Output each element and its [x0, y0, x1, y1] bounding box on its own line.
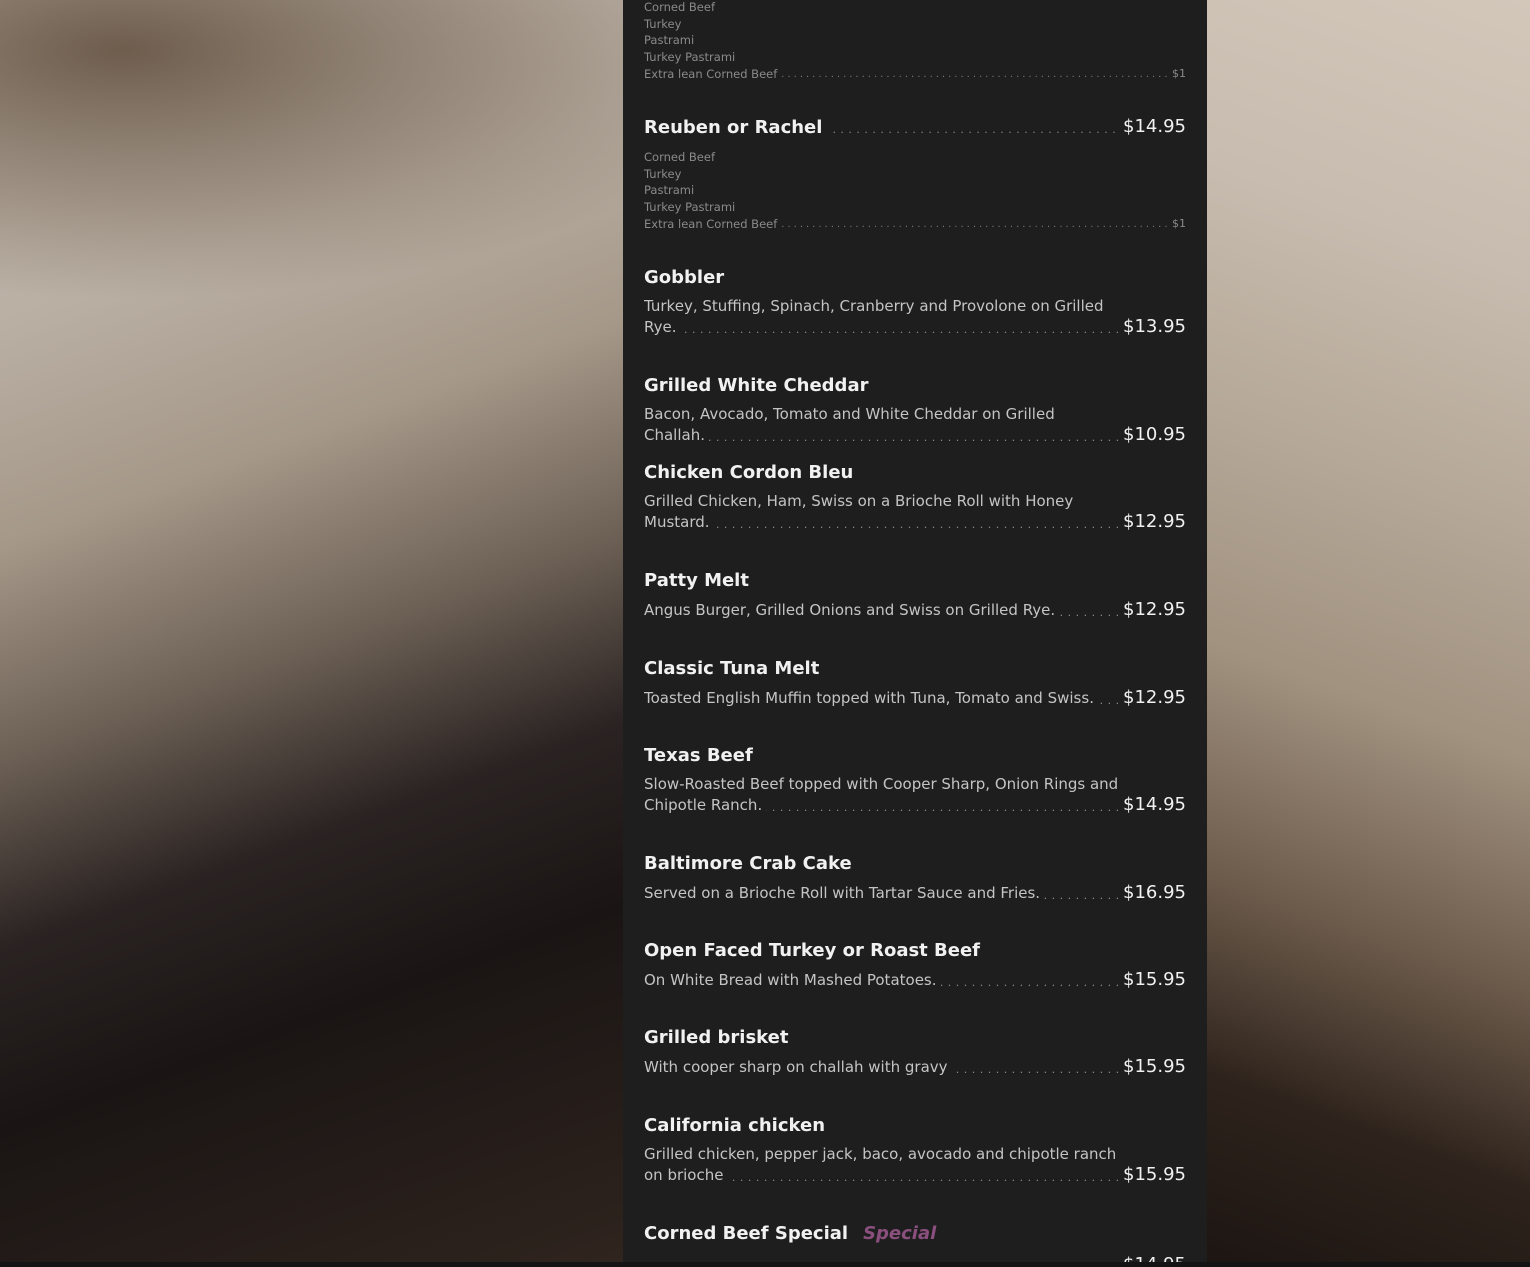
item-title: California chicken	[644, 1114, 826, 1136]
dot-leader: . . . . . . . . . . . . . . . . . . . . …	[832, 122, 1117, 136]
menu-item-grilled-brisket: Grilled brisket With cooper sharp on cha…	[644, 1024, 1186, 1078]
bottom-edge-bar	[0, 1262, 1530, 1267]
item-title: Corned Beef Special	[644, 1222, 849, 1244]
reuben-options-list: Corned Beef Turkey Pastrami Turkey Pastr…	[644, 148, 1186, 232]
item-title: Classic Tuna Melt	[644, 657, 820, 679]
option-item: Turkey Pastrami	[644, 200, 736, 215]
item-price: $16.95	[1123, 882, 1186, 903]
item-price: $15.95	[1123, 1164, 1186, 1185]
item-title: Reuben or Rachel	[644, 116, 823, 138]
item-title: Grilled White Cheddar	[644, 374, 869, 396]
menu-item-grilled-white-cheddar: Grilled White Cheddar Bacon, Avocado, To…	[644, 372, 1186, 446]
item-price: $13.95	[1123, 316, 1186, 337]
menu-item-reuben: Reuben or Rachel . . . . . . . . . . . .…	[644, 114, 1186, 140]
item-description: Grilled chicken, pepper jack, baco, avoc…	[644, 1144, 1122, 1186]
item-title: Open Faced Turkey or Roast Beef	[644, 939, 981, 961]
item-price: $15.95	[1123, 1056, 1186, 1077]
menu-item-patty-melt: Patty Melt Angus Burger, Grilled Onions …	[644, 567, 1186, 621]
option-item: Corned Beef	[644, 149, 715, 164]
item-description: Toasted English Muffin topped with Tuna,…	[644, 688, 1122, 709]
menu-panel: Corned Beef Turkey Pastrami Turkey Pastr…	[623, 0, 1207, 1262]
item-description: With cooper sharp on challah with gravy	[644, 1057, 1122, 1078]
item-title: Patty Melt	[644, 569, 749, 591]
upgrade-option: Extra lean Corned Beef .................…	[644, 66, 1186, 81]
item-price: $14.95	[1123, 116, 1186, 137]
deli-options-list-top: Corned Beef Turkey Pastrami Turkey Pastr…	[644, 0, 1186, 82]
item-description: Bacon, Avocado, Tomato and White Cheddar…	[644, 404, 1122, 446]
menu-item-classic-tuna-melt: Classic Tuna Melt Toasted English Muffin…	[644, 655, 1186, 709]
dot-leader: ........................................…	[781, 218, 1168, 230]
item-description: Turkey, Stuffing, Spinach, Cranberry and…	[644, 296, 1122, 338]
item-description: Served on a Brioche Roll with Tartar Sau…	[644, 883, 1122, 904]
item-title: Baltimore Crab Cake	[644, 852, 852, 874]
background-photo-right	[1207, 0, 1530, 1267]
item-price: $14.95	[1122, 1254, 1186, 1262]
option-item: Pastrami	[644, 183, 695, 198]
item-price: $15.95	[1123, 969, 1186, 990]
menu-item-chicken-cordon-bleu: Chicken Cordon Bleu Grilled Chicken, Ham…	[644, 459, 1186, 533]
upgrade-price: $1	[1172, 216, 1186, 230]
item-price: $14.95	[1123, 794, 1186, 815]
menu-item-baltimore-crab-cake: Baltimore Crab Cake Served on a Brioche …	[644, 850, 1186, 904]
item-description: On White Bread with Mashed Potatoes.	[644, 970, 1122, 991]
option-item: Turkey	[644, 16, 682, 31]
option-item: Turkey	[644, 166, 682, 181]
item-description: Slow-Roasted Beef topped with Cooper Sha…	[644, 774, 1122, 816]
option-item: Turkey Pastrami	[644, 50, 736, 65]
menu-item-texas-beef: Texas Beef Slow-Roasted Beef topped with…	[644, 742, 1186, 816]
option-item: Corned Beef	[644, 0, 715, 14]
menu-item-open-faced-turkey: Open Faced Turkey or Roast Beef On White…	[644, 937, 1186, 991]
dot-leader: ........................................…	[781, 68, 1168, 80]
menu-item-california-chicken: California chicken Grilled chicken, pepp…	[644, 1112, 1186, 1186]
menu-item-gobbler: Gobbler Turkey, Stuffing, Spinach, Cranb…	[644, 264, 1186, 338]
item-title: Chicken Cordon Bleu	[644, 461, 854, 483]
item-title: Texas Beef	[644, 744, 753, 766]
item-price: $10.95	[1123, 424, 1186, 445]
item-description: Grilled Chicken, Ham, Swiss on a Brioche…	[644, 491, 1122, 533]
special-badge: Special	[863, 1222, 937, 1244]
upgrade-price: $1	[1172, 66, 1186, 80]
item-title: Grilled brisket	[644, 1026, 789, 1048]
item-price: $12.95	[1123, 599, 1186, 620]
option-item: Pastrami	[644, 33, 695, 48]
item-description: Angus Burger, Grilled Onions and Swiss o…	[644, 600, 1122, 621]
item-price: $12.95	[1123, 687, 1186, 708]
item-title: Gobbler	[644, 266, 725, 288]
item-price: $12.95	[1123, 511, 1186, 532]
upgrade-option: Extra lean Corned Beef .................…	[644, 216, 1186, 231]
menu-item-corned-beef-special: Corned Beef Special Special $14.95	[644, 1220, 1186, 1263]
